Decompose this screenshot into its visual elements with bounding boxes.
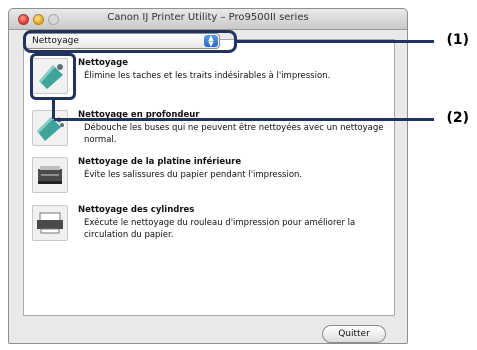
callout-2-leader-line	[54, 118, 434, 121]
icon-highlight-frame	[30, 53, 76, 100]
quit-button[interactable]: Quitter	[322, 325, 386, 343]
title-bar: Canon IJ Printer Utility – Pro9500II ser…	[9, 9, 407, 30]
bottom-plate-cleaning-icon[interactable]	[32, 157, 68, 193]
deep-cleaning-icon[interactable]	[32, 110, 68, 146]
dropdown-highlight-frame	[23, 30, 237, 53]
bottom-plate-cleaning-description: Évite les salissures du papier pendant l…	[84, 170, 303, 180]
callout-2-vertical-line	[52, 99, 55, 119]
roller-cleaning-icon[interactable]	[32, 205, 68, 241]
roller-cleaning-title: Nettoyage des cylindres	[78, 205, 195, 215]
cleaning-description: Élimine les taches et les traits indésir…	[84, 71, 331, 81]
bottom-plate-cleaning-title: Nettoyage de la platine inférieure	[78, 157, 242, 167]
deep-cleaning-description: Débouche les buses qui ne peuvent être n…	[84, 123, 384, 145]
roller-cleaning-description: Exécute le nettoyage du rouleau d'impres…	[84, 218, 356, 240]
callout-2-label: (2)	[446, 110, 469, 126]
window-title: Canon IJ Printer Utility – Pro9500II ser…	[107, 12, 309, 23]
cleaning-title: Nettoyage	[78, 58, 128, 68]
callout-1-label: (1)	[446, 32, 469, 48]
callout-1-leader-line	[236, 40, 434, 43]
